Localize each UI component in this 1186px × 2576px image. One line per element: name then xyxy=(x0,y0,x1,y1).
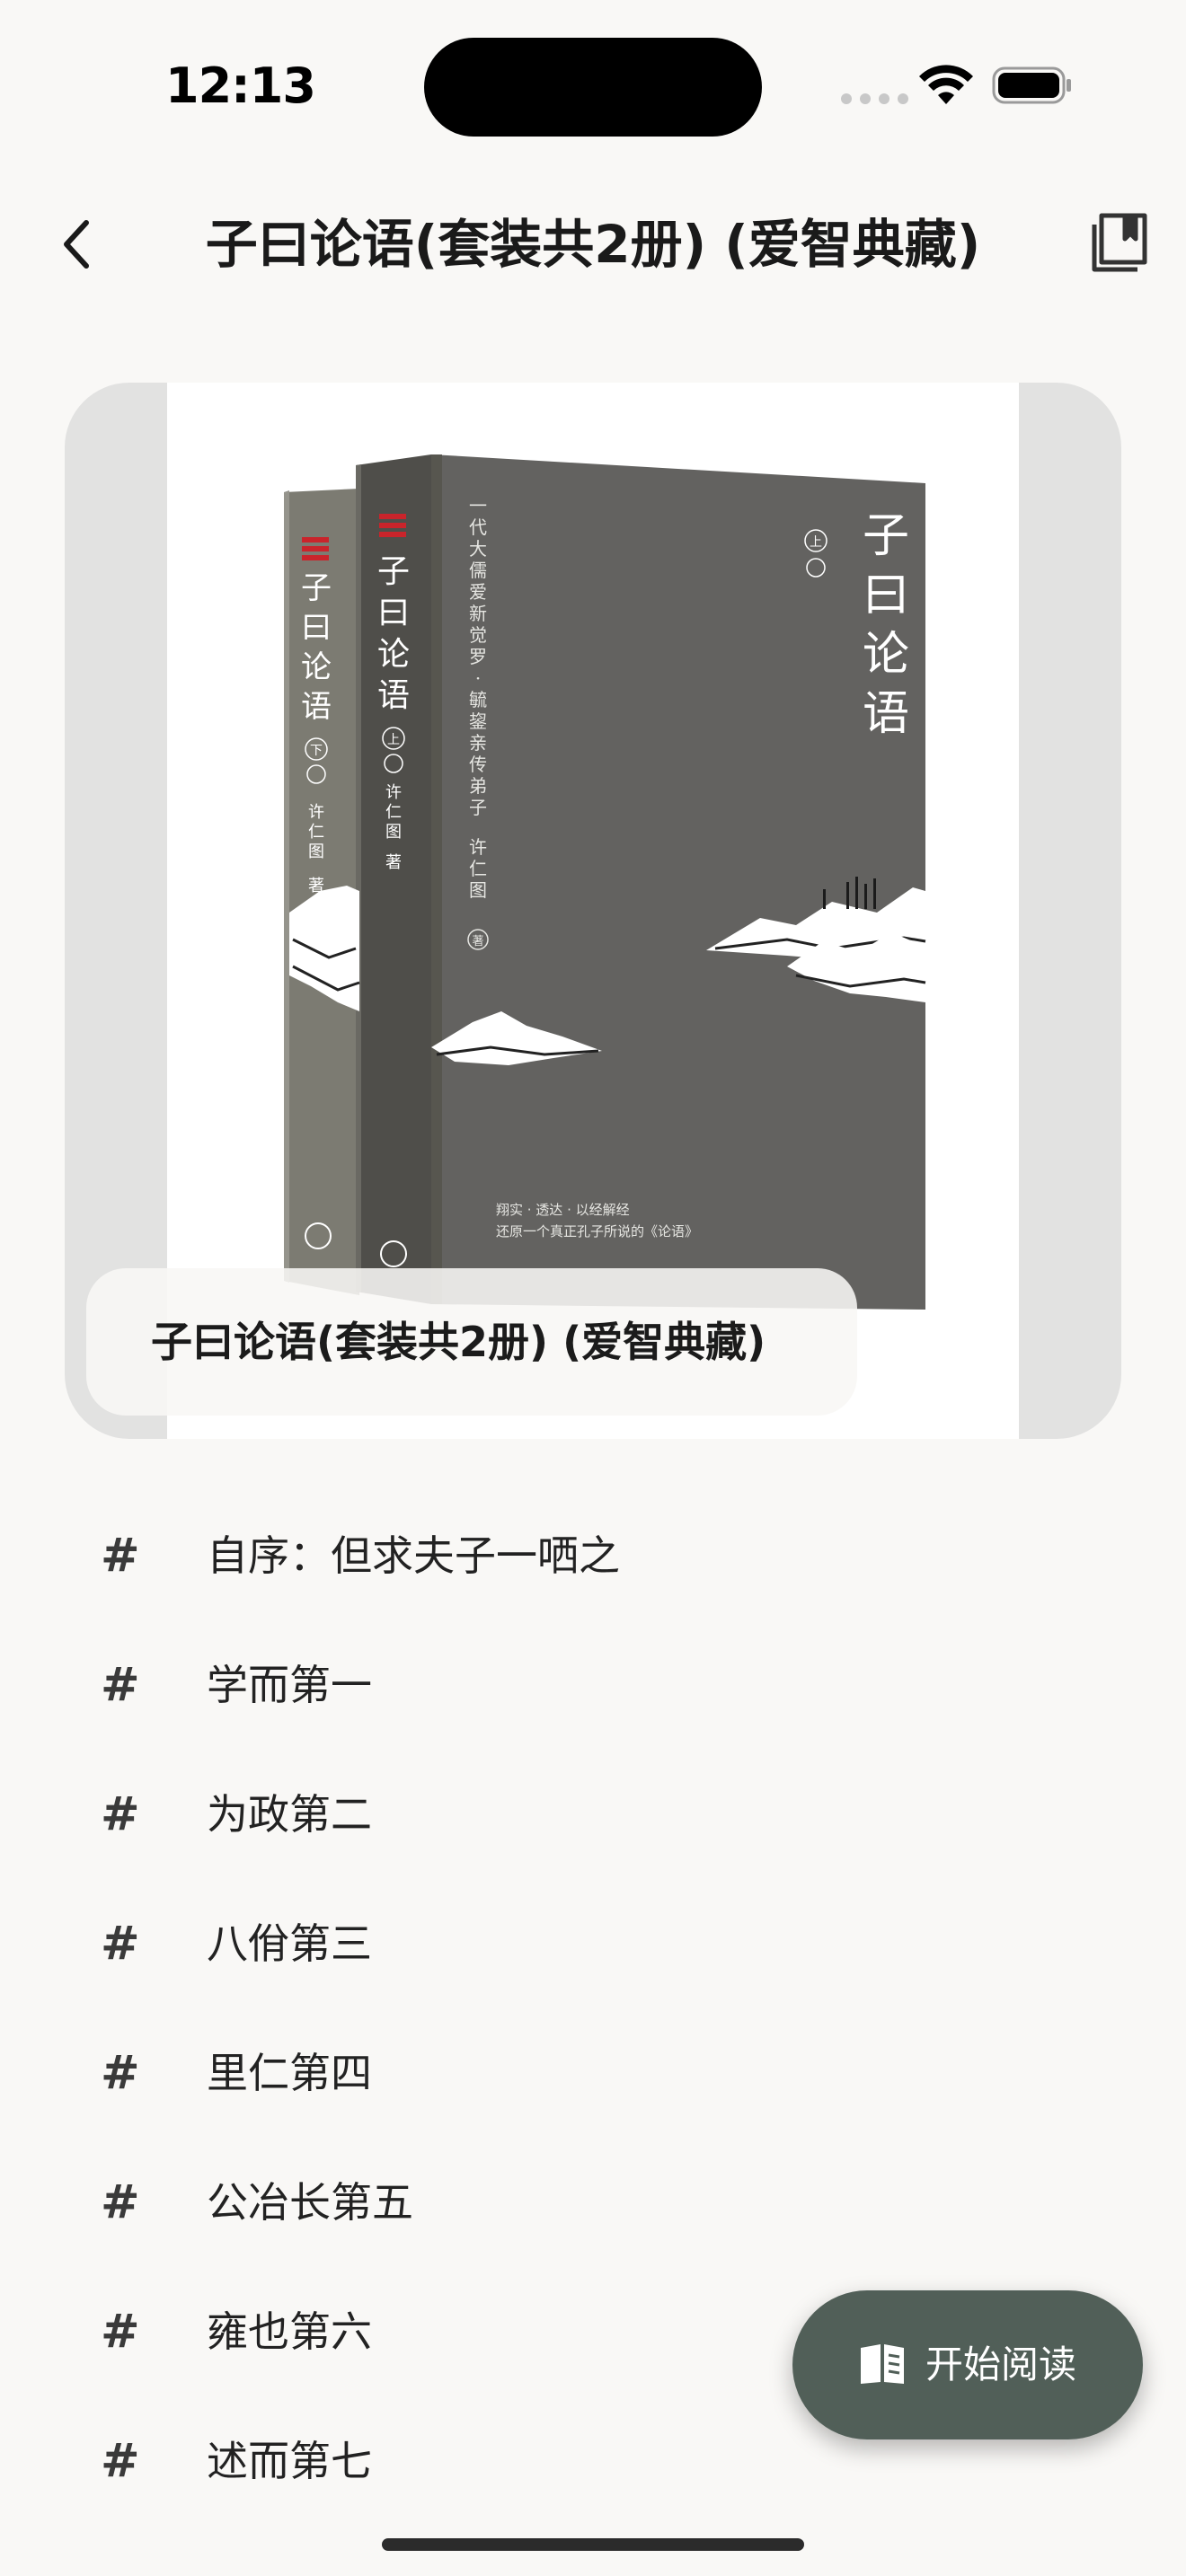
hash-icon: # xyxy=(101,2434,140,2488)
page-title: 子曰论语(套装共2册) (爱智典藏) xyxy=(205,214,981,275)
hash-icon: # xyxy=(101,1917,140,1971)
chevron-left-icon xyxy=(64,220,89,269)
svg-text:新: 新 xyxy=(469,603,487,624)
svg-text:一: 一 xyxy=(469,495,487,516)
spine-title-char: 语 xyxy=(301,689,332,725)
svg-text:许: 许 xyxy=(385,783,402,802)
chapter-item[interactable]: # 自序：但求夫子一哂之 xyxy=(0,1502,1186,1610)
chapter-label: 自序：但求夫子一哂之 xyxy=(207,1531,620,1580)
svg-text:毓: 毓 xyxy=(469,689,487,710)
svg-text:弟: 弟 xyxy=(469,775,487,797)
spine-title-char: 曰 xyxy=(377,595,410,631)
chapter-label: 雍也第六 xyxy=(207,2307,372,2356)
start-reading-button[interactable]: 开始阅读 xyxy=(792,2290,1143,2439)
svg-text:图: 图 xyxy=(469,879,487,901)
svg-text:爱: 爱 xyxy=(469,581,487,603)
svg-text:代: 代 xyxy=(469,516,487,538)
cover-bottom-line2: 还原一个真正孔子所说的《论语》 xyxy=(496,1223,698,1239)
chapter-item[interactable]: # 里仁第四 xyxy=(0,2019,1186,2127)
dynamic-island xyxy=(424,38,762,137)
hash-icon: # xyxy=(101,2305,140,2359)
back-button[interactable] xyxy=(50,208,104,280)
chapter-item[interactable]: # 公冶长第五 xyxy=(0,2148,1186,2256)
svg-text:大: 大 xyxy=(469,538,487,560)
start-reading-label: 开始阅读 xyxy=(925,2342,1077,2386)
chapter-item[interactable]: # 学而第一 xyxy=(0,1631,1186,1739)
cover-title-char: 论 xyxy=(863,628,909,682)
svg-text:著: 著 xyxy=(472,935,483,948)
spine-volume: 上 xyxy=(387,733,400,747)
spine-title-char: 子 xyxy=(301,570,332,606)
spine-author: 许 xyxy=(308,803,324,822)
bookshelf-icon xyxy=(1092,213,1147,272)
chapter-item[interactable]: # 八佾第三 xyxy=(0,1890,1186,1998)
svg-text:罗: 罗 xyxy=(469,646,487,667)
hash-icon: # xyxy=(101,1658,140,1712)
chapter-label: 学而第一 xyxy=(207,1661,372,1709)
cover-title-char: 语 xyxy=(863,687,909,741)
svg-text:仁: 仁 xyxy=(385,803,402,822)
book-detail-screen: 12:13 子曰论语(套装共2册) (爱智典藏) 子 曰 论 语 下 许 仁 图… xyxy=(0,0,1186,2576)
svg-text:觉: 觉 xyxy=(469,624,487,646)
hash-icon: # xyxy=(101,2046,140,2100)
svg-text:著: 著 xyxy=(385,853,402,872)
svg-text:鋆: 鋆 xyxy=(469,710,487,732)
chapter-label: 里仁第四 xyxy=(207,2049,372,2097)
cover-volume: 上 xyxy=(810,535,822,550)
hash-icon: # xyxy=(101,1787,140,1841)
chapter-label: 公冶长第五 xyxy=(207,2178,413,2227)
cellular-signal-icon xyxy=(841,93,908,104)
status-time: 12:13 xyxy=(165,57,316,114)
svg-text:图: 图 xyxy=(385,823,402,842)
spine-volume: 下 xyxy=(310,744,323,758)
spine-title-char: 子 xyxy=(377,553,410,590)
home-indicator xyxy=(382,2538,804,2551)
svg-text:·: · xyxy=(475,667,481,689)
svg-text:亲: 亲 xyxy=(469,732,487,754)
svg-text:仁: 仁 xyxy=(308,823,324,842)
svg-text:图: 图 xyxy=(308,842,324,861)
svg-text:儒: 儒 xyxy=(469,560,487,581)
cover-bottom-line1: 翔实 · 透达 · 以经解经 xyxy=(496,1202,630,1218)
spine-title-char: 曰 xyxy=(301,610,332,646)
book-cover-card[interactable]: 子 曰 论 语 下 许 仁 图 著 子 曰 论 语 上 许 仁 图 著 一 代 … xyxy=(65,383,1121,1439)
svg-text:仁: 仁 xyxy=(469,858,487,879)
hash-icon: # xyxy=(101,2175,140,2229)
cover-title-char: 曰 xyxy=(863,569,909,622)
chapter-item[interactable]: # 为政第二 xyxy=(0,1760,1186,1868)
book-open-icon xyxy=(861,2344,904,2384)
chapter-label: 述而第七 xyxy=(207,2437,372,2485)
hash-icon: # xyxy=(101,1529,140,1583)
chapter-label: 为政第二 xyxy=(207,1790,372,1839)
svg-text:传: 传 xyxy=(469,754,487,775)
spine-title-char: 论 xyxy=(301,649,332,685)
chapter-label: 八佾第三 xyxy=(207,1919,372,1968)
svg-text:子: 子 xyxy=(469,797,487,818)
wifi-icon xyxy=(919,65,973,104)
battery-icon xyxy=(992,66,1071,104)
spine-title-char: 论 xyxy=(377,636,410,673)
svg-text:许: 许 xyxy=(469,836,487,858)
cover-title-char: 子 xyxy=(863,509,909,563)
spine-title-char: 语 xyxy=(377,677,410,714)
bookshelf-button[interactable] xyxy=(1089,208,1152,275)
cover-caption: 子曰论语(套装共2册) (爱智典藏) xyxy=(86,1268,857,1416)
